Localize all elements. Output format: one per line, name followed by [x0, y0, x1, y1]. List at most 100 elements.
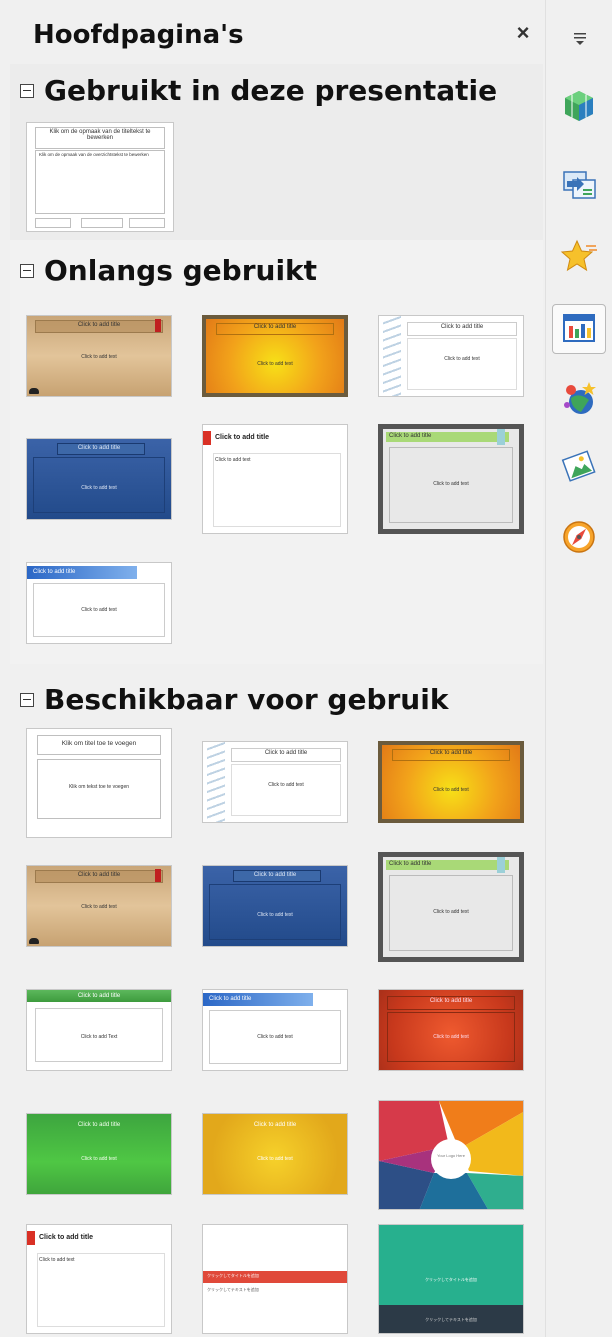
- thumb-body-text: クリックしてテキストを追加: [207, 1287, 259, 1292]
- animation-icon: [560, 239, 597, 272]
- thumb-footer-left: [35, 218, 71, 228]
- close-panel-button[interactable]: ×: [512, 20, 534, 46]
- thumb-body-text: Click to add text: [39, 1257, 75, 1263]
- master-thumb-teal[interactable]: クリックしてタイトルを追加 クリックしてテキストを追加: [378, 1224, 524, 1334]
- master-thumb-bluetab[interactable]: Click to add title Click to add text: [202, 989, 348, 1071]
- thumb-title-text: Click to add title: [389, 433, 432, 439]
- thumb-body-text: Click to add text: [433, 787, 469, 793]
- master-thumb-default-used[interactable]: Klik om de opmaak van de titeltekst te b…: [26, 122, 174, 232]
- thumb-footer-mid: [81, 218, 123, 228]
- accent-bar: [203, 431, 211, 445]
- thumb-body-text: Click to add text: [433, 1034, 469, 1040]
- master-thumb-yellow[interactable]: Click to add title Click to add text: [202, 1113, 348, 1195]
- tab-styles[interactable]: [552, 373, 606, 423]
- thumb-body-box: [213, 453, 341, 527]
- section-used-label: Gebruikt in deze presentatie: [44, 74, 498, 107]
- helix-decoration: [207, 742, 225, 822]
- thumb-title-text: Klik om de opmaak van de titeltekst te b…: [49, 129, 151, 141]
- thumb-body-text: Click to add text: [257, 1034, 293, 1040]
- master-thumb-beige[interactable]: Click to add title Click to add text: [26, 315, 172, 397]
- master-thumb-green[interactable]: Click to add title Click to add text: [26, 1113, 172, 1195]
- thumb-body-box: [407, 338, 517, 390]
- slide-transition-icon: [563, 171, 596, 199]
- collapse-icon[interactable]: [20, 83, 34, 98]
- master-thumb-blue[interactable]: Click to add title Click to add text: [202, 865, 348, 947]
- tab-navigator[interactable]: [552, 512, 606, 562]
- master-thumb-jp-red[interactable]: クリックしてタイトルを追加 クリックしてテキストを追加: [202, 1224, 348, 1334]
- styles-icon: [564, 382, 596, 414]
- master-thumb-dna[interactable]: Click to add title Click to add text: [202, 741, 348, 823]
- tab-slide-transition[interactable]: [552, 160, 606, 210]
- accent-bar: [27, 1231, 35, 1245]
- thumb-logo-text: Your Logo Here: [437, 1153, 465, 1158]
- master-slides-panel: Hoofdpagina's × Gebruikt in deze present…: [0, 0, 543, 1337]
- thumb-footer-right: [129, 218, 165, 228]
- master-thumb-orange[interactable]: Click to add title Click to add text: [202, 315, 348, 397]
- thumb-body-text: Click to add text: [257, 912, 293, 918]
- panel-title: Hoofdpagina's: [33, 20, 244, 50]
- sidebar-menu-button[interactable]: [565, 24, 595, 54]
- thumb-body-text: Click to add text: [257, 1156, 293, 1162]
- thumb-title-text: クリックしてタイトルを追加: [425, 1277, 477, 1282]
- thumb-title-text: Click to add title: [429, 750, 473, 756]
- thumb-body-text: Click to add text: [81, 904, 117, 910]
- master-thumb-greenframe[interactable]: Click to add title Click to add text: [378, 852, 524, 962]
- thumb-body-text: Klik om tekst toe te voegen: [68, 784, 130, 790]
- helix-decoration: [383, 316, 401, 396]
- thumb-body-text: Click to add text: [268, 782, 304, 788]
- master-thumb-bluetab[interactable]: Click to add title Click to add text: [26, 562, 172, 644]
- master-thumb-default[interactable]: Klik om titel toe te voegen Klik om teks…: [26, 728, 172, 838]
- thumb-title-text: Click to add title: [77, 872, 121, 878]
- thumb-body-text: Click to add text: [257, 361, 293, 367]
- thumb-title-text: Click to add title: [77, 1122, 121, 1128]
- collapse-icon[interactable]: [20, 263, 34, 278]
- properties-icon: [565, 91, 593, 121]
- master-thumb-greenhead[interactable]: Click to add title Click to add Text: [26, 989, 172, 1071]
- master-thumb-blue[interactable]: Click to add title Click to add text: [26, 438, 172, 520]
- section-available-header[interactable]: Beschikbaar voor gebruik: [20, 683, 448, 716]
- thumb-body-text: Click to add text: [215, 457, 251, 463]
- thumb-body-box: [35, 150, 165, 214]
- thumb-body-text: Click to add text: [433, 909, 469, 915]
- master-thumb-greenframe[interactable]: Click to add title Click to add text: [378, 424, 524, 534]
- master-thumb-orange[interactable]: Click to add title Click to add text: [378, 741, 524, 823]
- thumb-title-text: Click to add title: [33, 569, 76, 575]
- master-thumb-beige[interactable]: Click to add title Click to add text: [26, 865, 172, 947]
- tab-master-slides[interactable]: [552, 304, 606, 354]
- master-thumb-redbar[interactable]: Click to add title Click to add text: [26, 1224, 172, 1334]
- thumb-title-text: Click to add title: [440, 324, 484, 330]
- collapse-icon[interactable]: [20, 692, 34, 707]
- thumb-body-text: Click to add text: [433, 481, 469, 487]
- thumb-body-text: Click to add text: [444, 356, 480, 362]
- thumb-title-text: Click to add title: [389, 861, 432, 867]
- gallery-icon: [561, 450, 596, 482]
- section-used-header[interactable]: Gebruikt in deze presentatie: [20, 74, 497, 107]
- master-thumb-dna[interactable]: Click to add title Click to add text: [378, 315, 524, 397]
- thumb-body-text: Click to add text: [81, 607, 117, 613]
- thumb-title-text: Click to add title: [39, 1234, 94, 1241]
- master-thumb-redbar[interactable]: Click to add title Click to add text: [202, 424, 348, 534]
- section-available-label: Beschikbaar voor gebruik: [44, 683, 449, 716]
- thumb-title-text: Click to add title: [215, 434, 270, 441]
- section-recent-header[interactable]: Onlangs gebruikt: [20, 254, 317, 287]
- thumb-title-text: Click to add title: [253, 1122, 297, 1128]
- thumb-body-text: Click to add text: [81, 1156, 117, 1162]
- thumb-title-text: Click to add title: [429, 998, 473, 1004]
- section-recent-label: Onlangs gebruikt: [44, 254, 318, 287]
- master-thumb-red[interactable]: Click to add title Click to add text: [378, 989, 524, 1071]
- tab-animation[interactable]: [552, 232, 606, 282]
- thumb-body-text: Click to add text: [81, 485, 117, 491]
- master-thumb-vivid[interactable]: Your Logo Here: [378, 1100, 524, 1210]
- thumb-title-text: クリックしてタイトルを追加: [207, 1273, 259, 1278]
- thumb-body-text: Klik om de opmaak van de overzichtstekst…: [39, 152, 149, 157]
- tab-gallery[interactable]: [552, 442, 606, 492]
- bird-icon: [29, 388, 39, 394]
- navigator-icon: [563, 521, 595, 553]
- thumb-title-text: Click to add title: [77, 445, 121, 451]
- tab-properties[interactable]: [552, 82, 606, 132]
- bird-icon: [29, 938, 39, 944]
- thumb-title-text: Klik om titel toe te voegen: [61, 740, 137, 747]
- thumb-title-text: Click to add title: [77, 993, 121, 999]
- thumb-body-text: Click to add text: [81, 354, 117, 360]
- thumb-body-box: [231, 764, 341, 816]
